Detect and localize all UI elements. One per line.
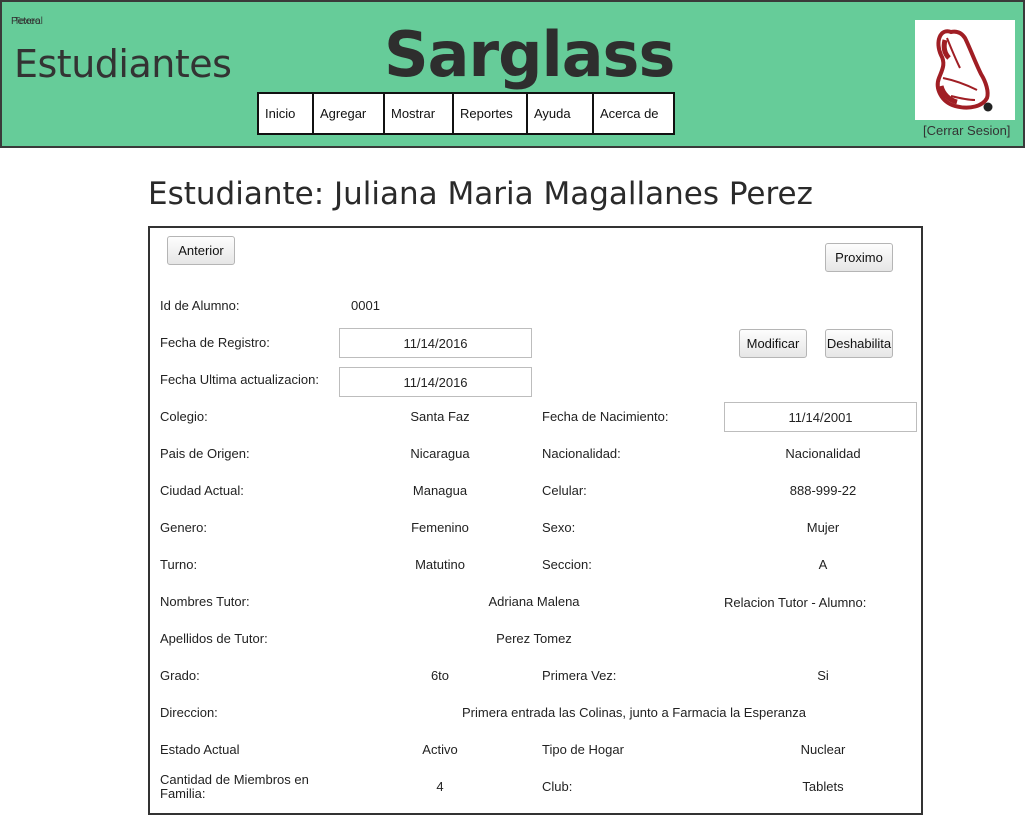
label-nacionalidad: Nacionalidad: [542,446,621,461]
label-ciudad-actual: Ciudad Actual: [160,483,244,498]
value-seccion: A [818,557,828,572]
label-cantidad-miembros-line1: Cantidad de Miembros en [160,772,309,787]
label-cantidad-miembros-line2: Familia: [160,786,206,801]
label-grado: Grado: [160,668,200,683]
main-nav: Inicio Agregar Mostrar Reportes Ayuda Ac… [257,92,675,135]
value-ciudad-actual: Managua [412,483,468,498]
label-club: Club: [542,779,573,794]
value-genero: Femenino [411,520,469,535]
overlapping-text-b: Texeal [14,16,43,27]
value-estado-actual: Activo [422,742,458,757]
brand-title: Sarglass [384,18,675,91]
nav-agregar[interactable]: Agregar [314,94,385,133]
value-direccion: Primera entrada las Colinas, junto a Far… [462,705,806,720]
label-relacion-tutor: Relacion Tutor - Alumno: [724,595,867,610]
value-sexo: Mujer [806,520,840,535]
label-colegio: Colegio: [160,409,208,424]
value-club: Tablets [802,779,844,794]
label-turno: Turno: [160,557,198,572]
next-button[interactable]: Proximo [825,243,893,272]
value-cantidad-miembros: 4 [436,779,444,794]
label-pais-origen: Pais de Origen: [160,446,250,461]
label-nombres-tutor: Nombres Tutor: [160,594,250,609]
label-fecha-nacimiento: Fecha de Nacimiento: [542,409,669,424]
value-id-alumno: 0001 [351,298,380,313]
student-card: Anterior Proximo Modificar Deshabilita I… [148,226,923,815]
app-name: Estudiantes [14,42,232,86]
fecha-actualizacion-field[interactable]: 11/14/2016 [339,367,532,397]
value-colegio: Santa Faz [410,409,470,424]
value-primera-vez: Si [817,668,829,683]
value-nacionalidad: Nacionalidad [785,446,861,461]
value-celular: 888-999-22 [789,483,857,498]
nav-acerca-de[interactable]: Acerca de [594,94,673,133]
previous-button[interactable]: Anterior [167,236,235,265]
disable-button[interactable]: Deshabilita [825,329,893,358]
logo [915,20,1015,120]
nav-ayuda[interactable]: Ayuda [528,94,594,133]
value-grado: 6to [430,668,450,683]
label-fecha-actualizacion: Fecha Ultima actualizacion: [160,372,319,387]
butterfly-wing-logo-icon [935,29,993,112]
value-pais-origen: Nicaragua [410,446,470,461]
label-genero: Genero: [160,520,207,535]
label-celular: Celular: [542,483,587,498]
value-apellidos-tutor: Perez Tomez [496,631,572,646]
modify-button[interactable]: Modificar [739,329,807,358]
fecha-nacimiento-field[interactable]: 11/14/2001 [724,402,917,432]
nav-reportes[interactable]: Reportes [454,94,528,133]
value-nombres-tutor: Adriana Malena [488,594,580,609]
label-id-alumno: Id de Alumno: [160,298,240,313]
label-sexo: Sexo: [542,520,576,535]
label-direccion: Direccion: [160,705,218,720]
label-estado-actual: Estado Actual [160,742,240,757]
label-primera-vez: Primera Vez: [542,668,617,683]
label-fecha-registro: Fecha de Registro: [160,335,270,350]
label-tipo-hogar: Tipo de Hogar [542,742,624,757]
fecha-registro-field[interactable]: 11/14/2016 [339,328,532,358]
top-header: Petero Texeal Estudiantes Sarglass Inici… [0,0,1025,148]
label-seccion: Seccion: [542,557,592,572]
value-turno: Matutino [415,557,465,572]
logout-link[interactable]: [Cerrar Sesion] [923,123,1010,138]
nav-mostrar[interactable]: Mostrar [385,94,454,133]
value-tipo-hogar: Nuclear [800,742,846,757]
nav-inicio[interactable]: Inicio [259,94,314,133]
label-apellidos-tutor: Apellidos de Tutor: [160,631,268,646]
page-title: Estudiante: Juliana Maria Magallanes Per… [148,176,813,212]
